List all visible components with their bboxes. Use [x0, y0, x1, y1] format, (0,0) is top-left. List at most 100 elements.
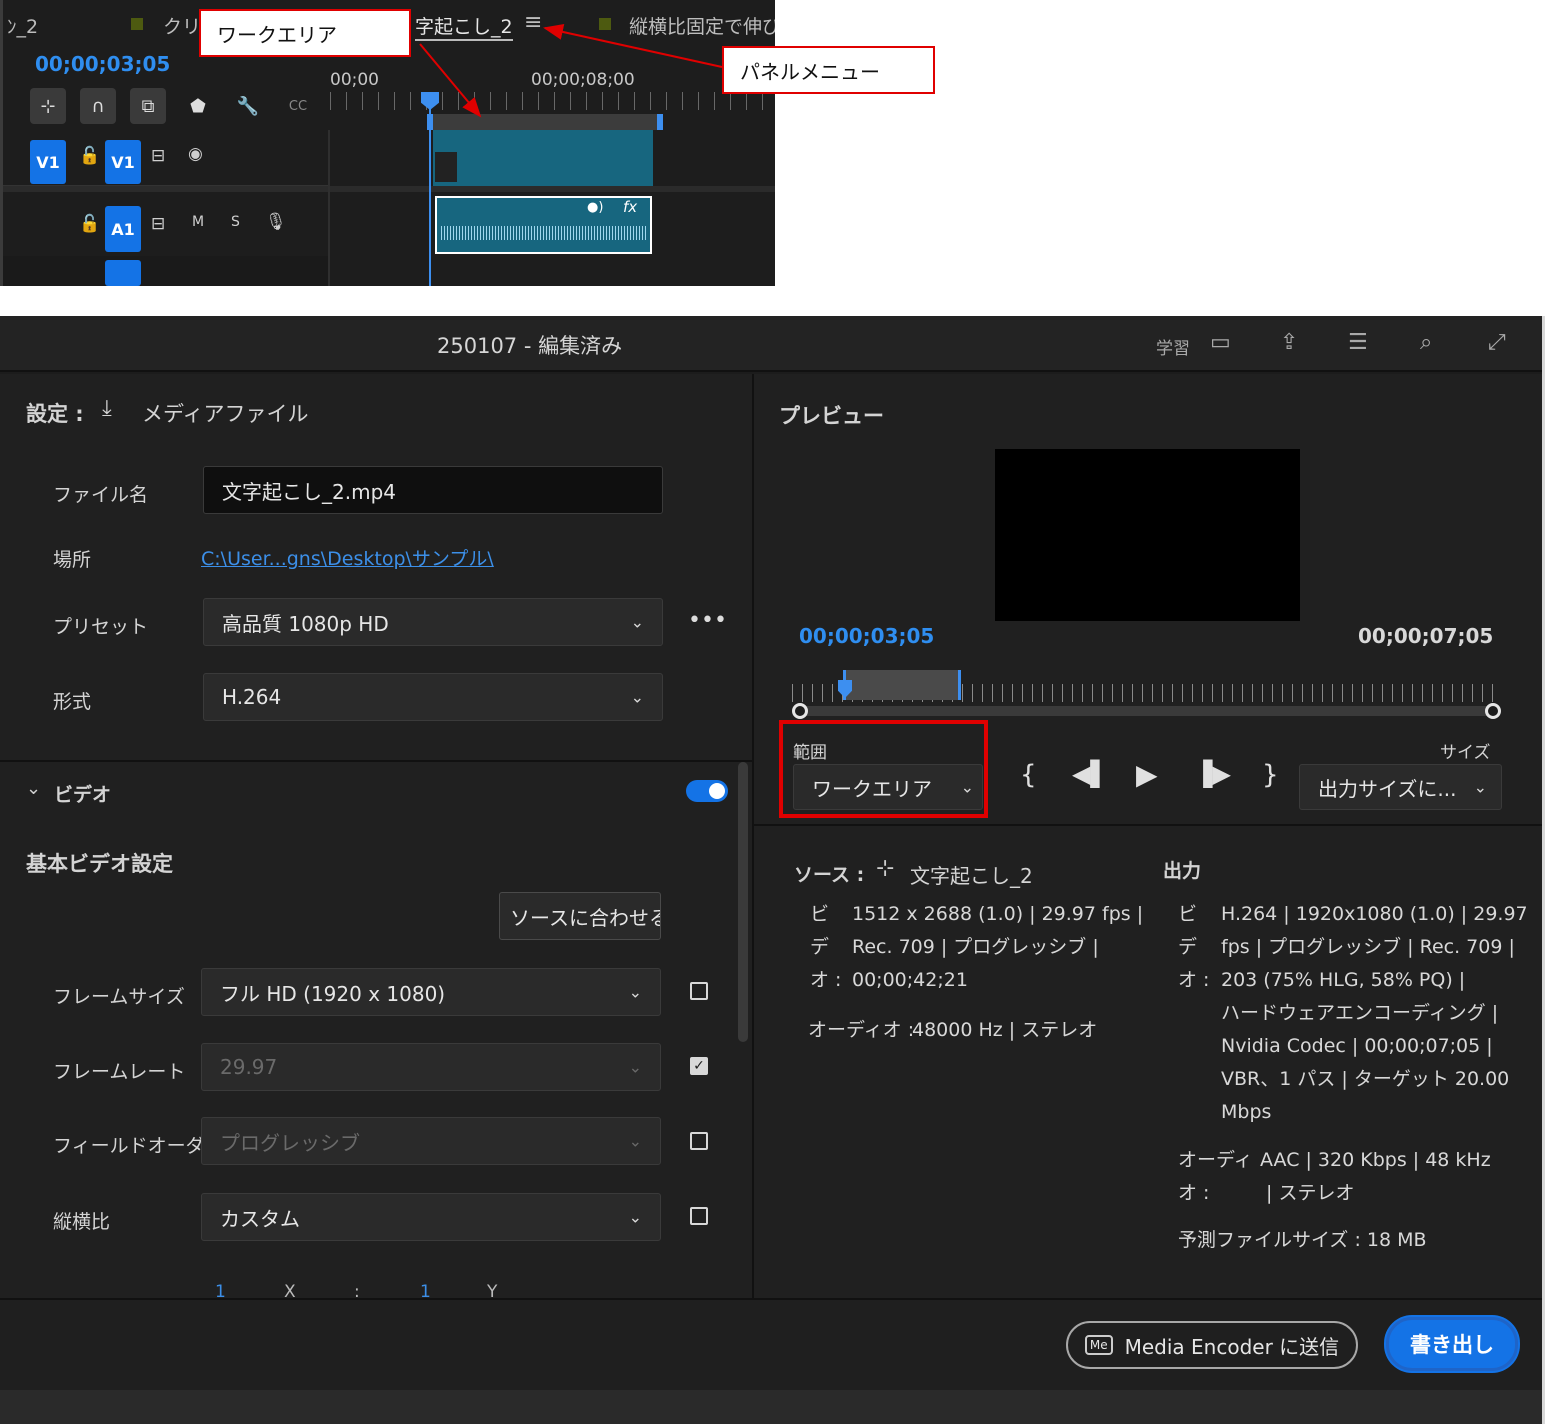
- match-source-button[interactable]: ソースに合わせる: [499, 892, 661, 940]
- more-options-icon[interactable]: •••: [688, 608, 727, 633]
- panel-icon[interactable]: ▭: [1210, 330, 1231, 355]
- solo-button[interactable]: S: [231, 214, 240, 230]
- info-line: H.264 | 1920x1080 (1.0) | 29.97: [1221, 903, 1528, 925]
- source-patch-v1[interactable]: V1: [30, 140, 66, 184]
- source-label: ソース :: [794, 864, 865, 886]
- frame-size-label: フレームサイズ: [53, 986, 185, 1008]
- info-line: | ステレオ: [1266, 1182, 1355, 1204]
- info-line: fps | プログレッシブ | Rec. 709 |: [1221, 936, 1515, 958]
- sync-lock-icon[interactable]: ⊟: [151, 146, 165, 166]
- field-order-label: フィールドオーダー: [53, 1135, 224, 1157]
- info-line: Nvidia Codec | 00;00;07;05 |: [1221, 1035, 1493, 1057]
- search-icon[interactable]: ⌕: [1420, 330, 1432, 355]
- size-label: サイズ: [1440, 743, 1491, 763]
- export-button[interactable]: 書き出し: [1386, 1317, 1518, 1371]
- aspect-value: カスタム: [220, 1206, 300, 1231]
- mute-button[interactable]: M: [192, 214, 204, 230]
- range-start-handle[interactable]: [792, 703, 808, 719]
- audio-waveform: [441, 226, 646, 240]
- summary-divider: [754, 824, 1542, 826]
- preview-title: プレビュー: [779, 404, 884, 428]
- section-divider: [0, 760, 752, 762]
- info-line: 1512 x 2688 (1.0) | 29.97 fps |: [852, 903, 1144, 925]
- lock-icon[interactable]: 🔓: [79, 214, 100, 234]
- range-work-area[interactable]: [843, 670, 961, 700]
- settings-scrollbar[interactable]: [738, 762, 748, 1042]
- track-target-v1[interactable]: V1: [105, 140, 141, 184]
- info-line: ハードウェアエンコーディング |: [1221, 1002, 1499, 1024]
- sequence-icon: ⊹: [876, 856, 895, 881]
- audio-clip[interactable]: ●) fx: [435, 196, 652, 254]
- video-clip[interactable]: [433, 130, 653, 186]
- send-to-media-encoder-button[interactable]: Me Media Encoder に送信: [1066, 1321, 1358, 1369]
- clip-thumbnail: [435, 152, 457, 182]
- field-order-value: プログレッシブ: [220, 1130, 360, 1155]
- step-forward-icon[interactable]: ▐▶: [1194, 760, 1231, 788]
- collapse-chevron-icon[interactable]: ⌄: [26, 778, 41, 799]
- frame-size-dropdown[interactable]: フル HD (1920 x 1080) ⌄: [201, 968, 661, 1016]
- share-icon[interactable]: ⇪: [1280, 330, 1298, 355]
- info-line: AAC | 320 Kbps | 48 kHz: [1260, 1149, 1491, 1171]
- chevron-down-icon: ⌄: [628, 1207, 642, 1227]
- label-line: オ :: [1178, 969, 1210, 991]
- microphone-icon[interactable]: 🎙: [265, 212, 287, 232]
- info-line: VBR、1 パス | ターゲット 20.00: [1221, 1068, 1510, 1090]
- size-dropdown[interactable]: 出力サイズに... ⌄: [1299, 764, 1502, 810]
- fx-badge[interactable]: fx: [623, 198, 637, 216]
- volume-icon: ●): [587, 200, 604, 215]
- sync-lock-icon[interactable]: ⊟: [151, 214, 165, 234]
- step-back-icon[interactable]: ◀▌: [1072, 760, 1109, 788]
- learn-tab[interactable]: 学習: [1156, 334, 1190, 359]
- preview-time-in: 00;00;03;05: [799, 624, 935, 648]
- frame-rate-dropdown[interactable]: 29.97 ⌄: [201, 1043, 661, 1091]
- preview-time-out: 00;00;07;05: [1358, 624, 1494, 648]
- mark-out-icon[interactable]: }: [1262, 760, 1279, 790]
- location-label: 場所: [53, 549, 92, 571]
- info-line: Mbps: [1221, 1101, 1272, 1123]
- frame-rate-checkbox[interactable]: ✓: [690, 1057, 708, 1075]
- play-icon[interactable]: ▶: [1136, 758, 1158, 791]
- dialog-title: 250107 - 編集済み: [437, 334, 623, 358]
- chevron-down-icon: ⌄: [628, 1057, 642, 1077]
- eye-icon[interactable]: ◉: [188, 144, 203, 164]
- estimated-file-size: 予測ファイルサイズ : 18 MB: [1178, 1229, 1427, 1251]
- track-target-a2[interactable]: [105, 260, 141, 286]
- chevron-down-icon: ⌄: [630, 687, 644, 707]
- format-dropdown[interactable]: H.264 ⌄: [203, 673, 663, 721]
- basic-video-title: 基本ビデオ設定: [26, 852, 173, 876]
- label-line: デ: [810, 936, 830, 958]
- info-line: Rec. 709 | プログレッシブ |: [852, 936, 1099, 958]
- field-order-dropdown[interactable]: プログレッシブ ⌄: [201, 1117, 661, 1165]
- aspect-dropdown[interactable]: カスタム ⌄: [201, 1193, 661, 1241]
- track-target-a1[interactable]: A1: [105, 206, 141, 252]
- label-line: オ :: [810, 969, 842, 991]
- filename-input[interactable]: 文字起こし_2.mp4: [203, 466, 663, 514]
- chevron-down-icon: ⌄: [1473, 777, 1487, 797]
- output-label: 出力: [1163, 860, 1202, 882]
- aspect-checkbox[interactable]: [690, 1207, 708, 1225]
- fullscreen-icon[interactable]: ⤢: [1488, 330, 1506, 355]
- preview-scrub-bar[interactable]: [800, 706, 1494, 716]
- range-end-handle[interactable]: [1485, 703, 1501, 719]
- info-line: 203 (75% HLG, 58% PQ) |: [1221, 969, 1466, 991]
- preset-value: 高品質 1080p HD: [222, 611, 389, 636]
- track-header-edge: [328, 130, 330, 286]
- track-divider: [3, 186, 775, 192]
- mark-in-icon[interactable]: {: [1020, 760, 1037, 790]
- chevron-down-icon: ⌄: [630, 612, 644, 632]
- source-name: 文字起こし_2: [910, 864, 1033, 888]
- settings-panel: 設定 : ⤓ メディアファイル ファイル名 文字起こし_2.mp4 場所 C:\…: [0, 374, 752, 1300]
- source-video-label: ビ デ オ :: [810, 898, 841, 997]
- frame-size-checkbox[interactable]: [690, 982, 708, 1000]
- workspaces-icon[interactable]: ☰: [1348, 330, 1368, 355]
- output-audio-info: AAC | 320 Kbps | 48 kHz | ステレオ: [1260, 1144, 1491, 1210]
- lock-icon[interactable]: 🔓: [79, 146, 100, 166]
- video-section-title[interactable]: ビデオ: [54, 780, 111, 807]
- video-toggle[interactable]: [686, 780, 728, 802]
- range-highlight-box: [779, 720, 988, 818]
- location-link[interactable]: C:\User...gns\Desktop\サンプル\: [201, 544, 494, 571]
- format-value: H.264: [222, 685, 282, 709]
- field-order-checkbox[interactable]: [690, 1132, 708, 1150]
- preview-video: [995, 449, 1300, 621]
- preset-dropdown[interactable]: 高品質 1080p HD ⌄: [203, 598, 663, 646]
